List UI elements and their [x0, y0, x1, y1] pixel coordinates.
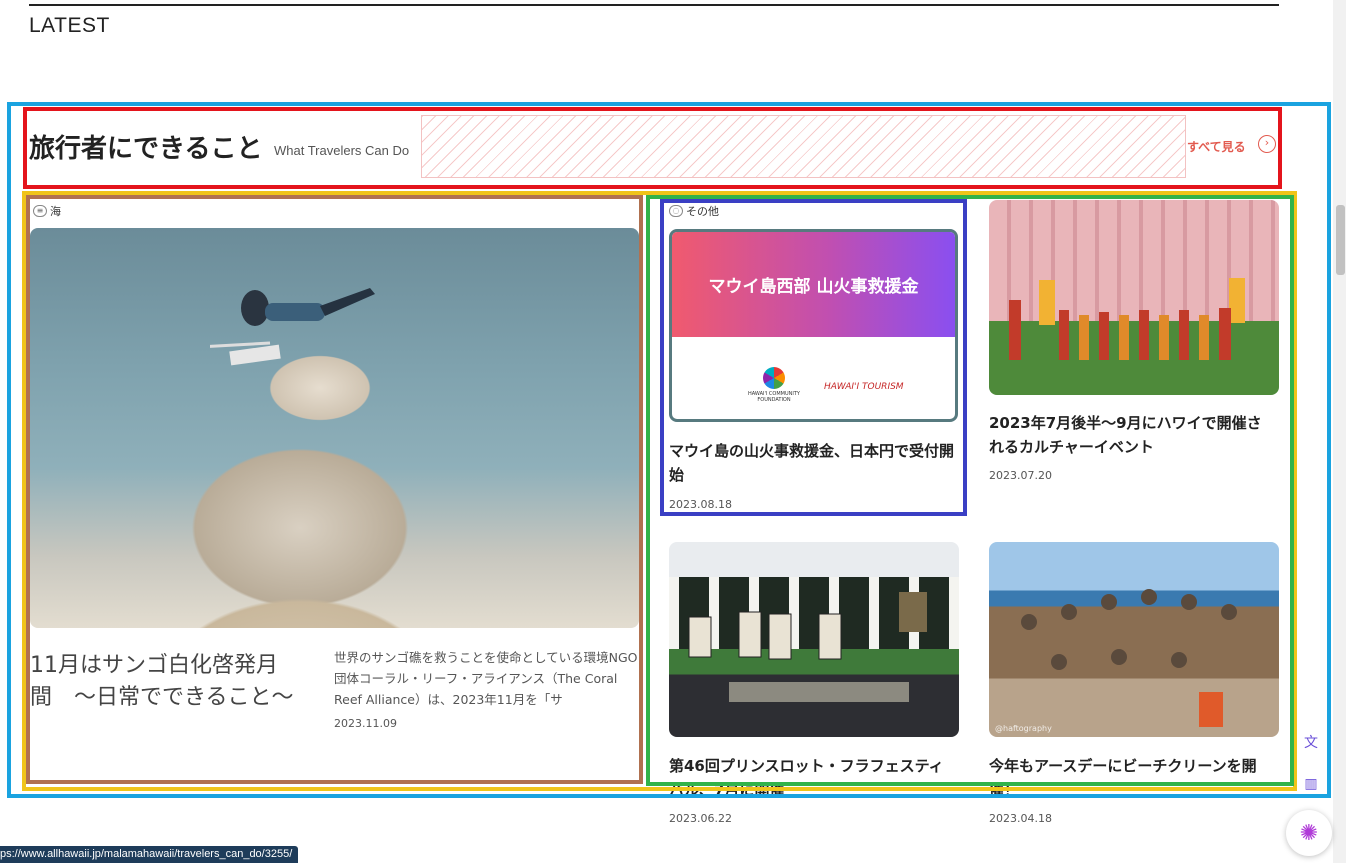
annotation-box-brown [26, 195, 643, 784]
scrollbar-track[interactable] [1333, 0, 1346, 863]
annotation-box-red [23, 107, 1282, 189]
brain-icon[interactable]: ✺ [1286, 810, 1332, 856]
card3-date: 2023.06.22 [669, 812, 732, 825]
status-url: ps://www.allhawaii.jp/malamahawaii/trave… [0, 846, 299, 863]
scrollbar-thumb[interactable] [1336, 205, 1345, 275]
annotation-box-navy [660, 199, 967, 516]
top-divider [29, 4, 1279, 6]
book-icon[interactable]: ▥ [1298, 771, 1324, 797]
card4-date: 2023.04.18 [989, 812, 1052, 825]
translate-icon[interactable]: 文 [1298, 729, 1324, 755]
latest-heading: LATEST [29, 14, 110, 37]
